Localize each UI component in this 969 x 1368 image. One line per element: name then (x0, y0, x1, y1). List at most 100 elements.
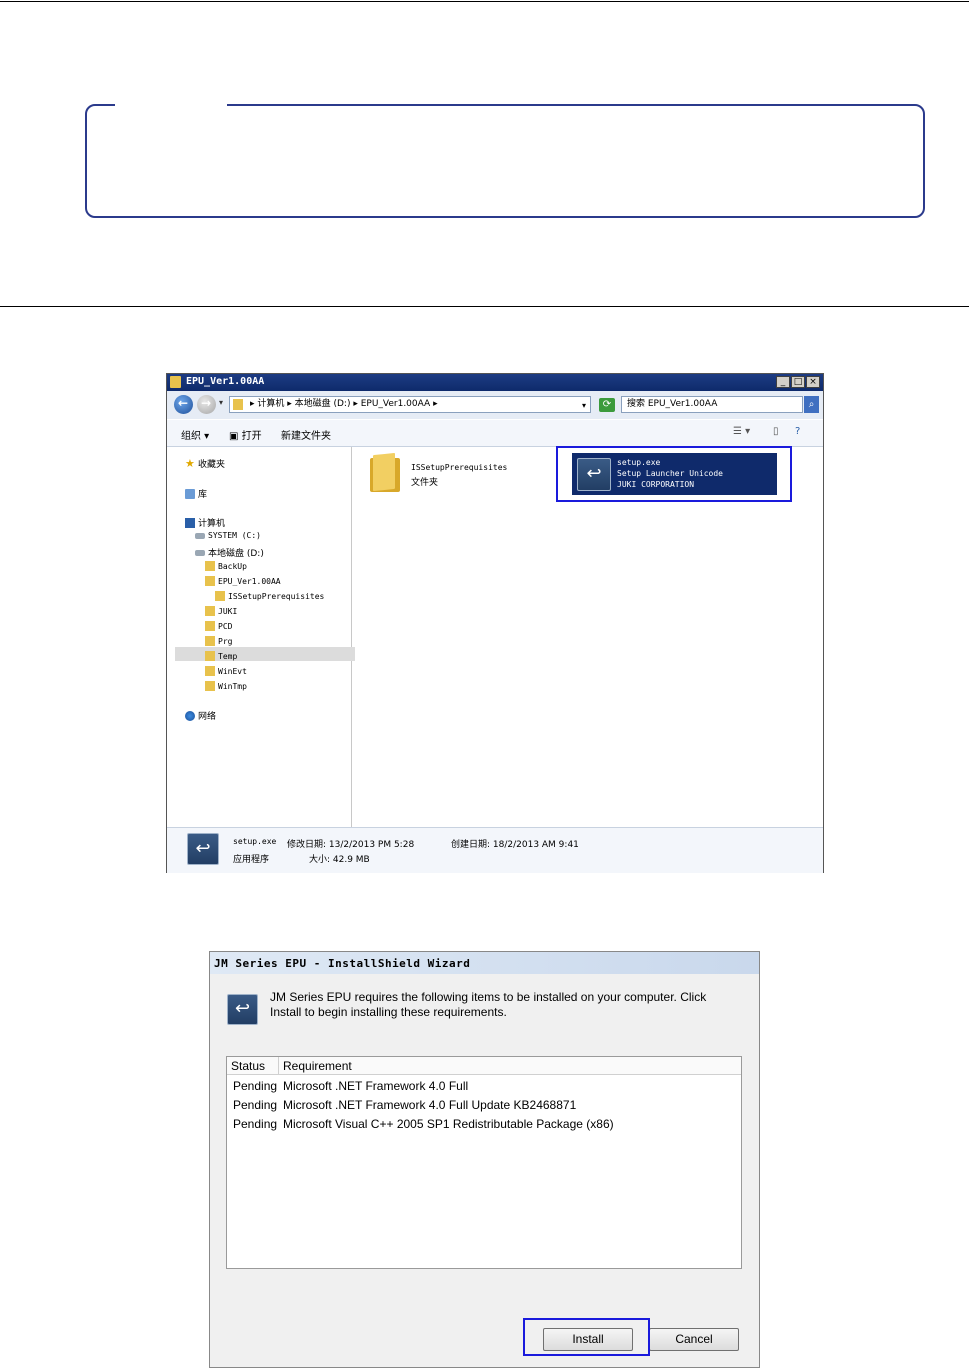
row-requirement: Microsoft .NET Framework 4.0 Full (283, 1079, 469, 1093)
address-field[interactable]: ▸ 计算机 ▸ 本地磁盘 (D:) ▸ EPU_Ver1.00AA ▸ (229, 396, 591, 413)
nav-system-drive[interactable]: SYSTEM (C:) (195, 531, 261, 540)
nav-folder-label: Temp (218, 651, 238, 661)
dialog-title: JM Series EPU - InstallShield Wizard (214, 957, 471, 970)
setup-highlight-box (556, 446, 792, 502)
preview-pane-icon[interactable]: ▯ (773, 426, 779, 437)
folder-icon (205, 576, 215, 586)
nav-folder-label: BackUp (218, 561, 247, 571)
window-controls: _ □ × (776, 376, 820, 388)
installer-icon: ↩ (227, 994, 258, 1025)
table-row[interactable]: Pending Microsoft Visual C++ 2005 SP1 Re… (227, 1115, 741, 1134)
organize-button[interactable]: 组织 ▾ (181, 427, 209, 442)
forward-button[interactable]: → (197, 395, 216, 414)
nav-computer[interactable]: 计算机 (185, 516, 225, 529)
folder-item-type: 文件夹 (411, 478, 439, 488)
computer-icon (185, 517, 195, 528)
table-row[interactable]: Pending Microsoft .NET Framework 4.0 Ful… (227, 1096, 741, 1115)
explorer-titlebar[interactable]: EPU_Ver1.00AA _ □ × (167, 374, 823, 391)
close-button[interactable]: × (806, 376, 820, 388)
install-highlight-box (523, 1318, 650, 1356)
nav-folder-label: Prg (218, 636, 233, 646)
details-modified: 修改日期: 13/2/2013 PM 5:28 (287, 840, 415, 850)
nav-folder-label: JUKI (218, 606, 238, 616)
nav-folder-label: PCD (218, 621, 233, 631)
back-button[interactable]: ← (174, 395, 193, 414)
row-requirement: Microsoft Visual C++ 2005 SP1 Redistribu… (283, 1117, 614, 1131)
nav-libraries[interactable]: 库 (185, 487, 207, 500)
nav-folder-epu[interactable]: EPU_Ver1.00AA (205, 576, 281, 586)
table-row[interactable]: Pending Microsoft .NET Framework 4.0 Ful… (227, 1077, 741, 1096)
nav-folder-backup[interactable]: BackUp (205, 561, 247, 571)
nav-folder-winevt[interactable]: WinEvt (205, 666, 247, 676)
row-status: Pending (233, 1079, 278, 1093)
search-input[interactable]: 搜索 EPU_Ver1.00AA (621, 396, 803, 413)
nav-local-disk[interactable]: 本地磁盘 (D:) (195, 546, 264, 559)
minimize-button[interactable]: _ (776, 376, 790, 388)
search-icon[interactable]: ⌕ (804, 396, 819, 413)
address-bar: ← → ▾ ▸ 计算机 ▸ 本地磁盘 (D:) ▸ EPU_Ver1.00AA … (167, 391, 823, 419)
dialog-titlebar[interactable]: JM Series EPU - InstallShield Wizard (210, 952, 759, 974)
row-requirement: Microsoft .NET Framework 4.0 Full Update… (283, 1098, 577, 1112)
history-dropdown-icon[interactable]: ▾ (219, 398, 223, 407)
address-path: ▸ 计算机 ▸ 本地磁盘 (D:) ▸ EPU_Ver1.00AA ▸ (250, 399, 438, 409)
folder-icon[interactable] (370, 452, 400, 492)
arrow-right-icon: → (201, 396, 212, 410)
column-header-status[interactable]: Status (227, 1057, 279, 1075)
nav-libraries-label: 库 (198, 490, 208, 500)
maximize-button[interactable]: □ (791, 376, 805, 388)
nav-selection (175, 647, 355, 661)
refresh-button[interactable]: ⟳ (599, 398, 615, 412)
nav-computer-label: 计算机 (198, 519, 226, 529)
column-header-requirement[interactable]: Requirement (279, 1057, 741, 1075)
nav-folder-label: WinEvt (218, 666, 247, 676)
folder-icon (205, 606, 215, 616)
details-file-name: setup.exe (233, 837, 277, 846)
nav-folder-temp[interactable]: Temp (205, 651, 237, 661)
view-options-icon[interactable]: ☰ ▾ (733, 426, 750, 437)
details-created: 创建日期: 18/2/2013 AM 9:41 (451, 840, 579, 850)
note-box-tab (115, 103, 227, 107)
installer-icon: ↩ (187, 833, 219, 865)
nav-favorites[interactable]: ★ 收藏夹 (185, 456, 225, 471)
installshield-dialog: JM Series EPU - InstallShield Wizard ↩ J… (209, 951, 760, 1368)
folder-icon (205, 666, 215, 676)
nav-local-disk-label: 本地磁盘 (D:) (208, 549, 264, 559)
note-box (85, 104, 925, 218)
nav-system-drive-label: SYSTEM (C:) (208, 531, 261, 540)
explorer-title: EPU_Ver1.00AA (186, 376, 265, 387)
row-status: Pending (233, 1098, 278, 1112)
folder-icon (205, 651, 215, 661)
nav-folder-label: EPU_Ver1.00AA (218, 576, 281, 586)
open-button[interactable]: ▣ 打开 (229, 427, 262, 442)
nav-folder-issetup[interactable]: ISSetupPrerequisites (215, 591, 324, 601)
star-icon: ★ (185, 456, 195, 470)
nav-folder-juki[interactable]: JUKI (205, 606, 237, 616)
address-dropdown-icon[interactable]: ▾ (582, 401, 586, 410)
dialog-message: JM Series EPU requires the following ite… (270, 990, 707, 1019)
open-label: 打开 (241, 431, 262, 442)
top-rule (0, 1, 969, 2)
drive-icon (195, 549, 205, 556)
drive-icon (195, 532, 205, 539)
nav-folder-prg[interactable]: Prg (205, 636, 232, 646)
folder-icon (205, 621, 215, 631)
nav-folder-wintmp[interactable]: WinTmp (205, 681, 247, 691)
cancel-button[interactable]: Cancel (649, 1328, 739, 1351)
library-icon (185, 488, 195, 499)
details-size: 大小: 42.9 MB (309, 855, 370, 865)
arrow-left-icon: ← (178, 396, 189, 410)
folder-icon (233, 399, 243, 410)
network-icon (185, 710, 195, 721)
folder-icon (215, 591, 225, 601)
nav-folder-pcd[interactable]: PCD (205, 621, 232, 631)
folder-item-name[interactable]: ISSetupPrerequisites (411, 463, 507, 472)
open-icon: ▣ (229, 431, 242, 442)
new-folder-button[interactable]: 新建文件夹 (281, 427, 331, 442)
help-icon[interactable]: ? (795, 426, 800, 437)
nav-network[interactable]: 网络 (185, 709, 216, 722)
details-type: 应用程序 (233, 855, 270, 865)
folder-icon (205, 636, 215, 646)
requirements-list[interactable]: Status Requirement Pending Microsoft .NE… (226, 1056, 742, 1269)
folder-icon (170, 376, 181, 388)
file-list: ISSetupPrerequisites 文件夹 ↩ setup.exe Set… (353, 447, 821, 827)
